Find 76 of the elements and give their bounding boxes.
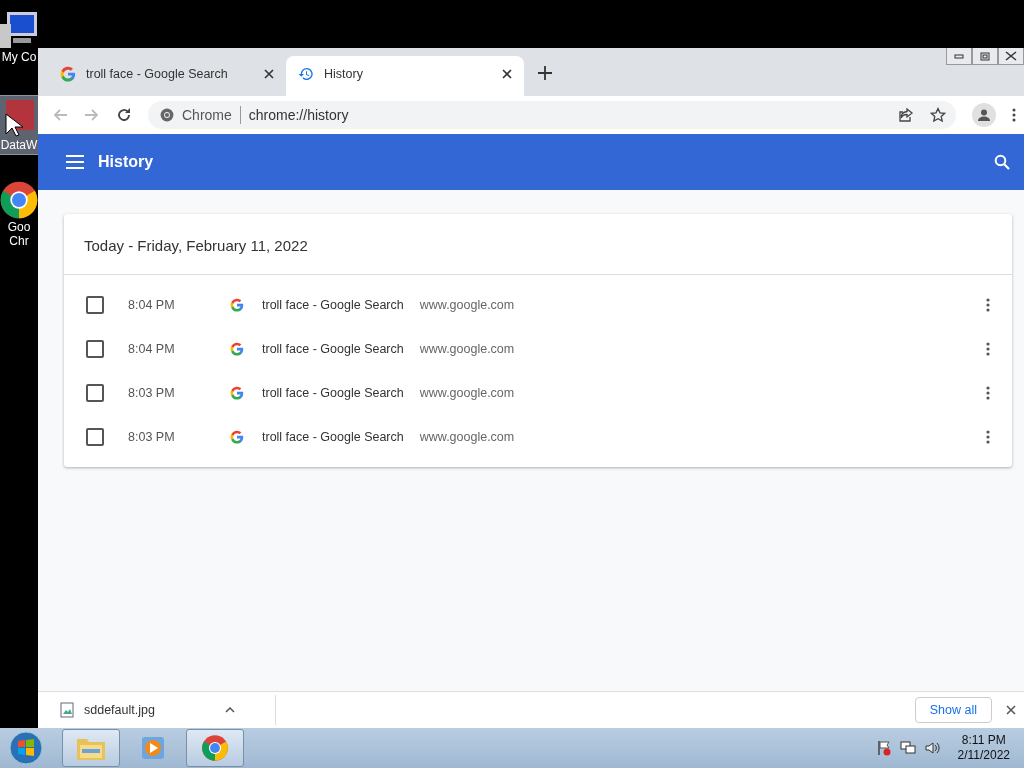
close-icon — [1005, 51, 1017, 61]
url-text: chrome://history — [248, 107, 349, 123]
more-icon[interactable] — [986, 430, 990, 444]
image-file-icon — [60, 702, 74, 718]
tab-title: troll face - Google Search — [86, 67, 229, 81]
desktop-icon[interactable]: My Co — [0, 8, 38, 66]
chrome-icon — [160, 108, 174, 122]
show-all-button[interactable]: Show all — [914, 697, 992, 723]
domain-text: www.google.com — [419, 298, 515, 312]
checkbox[interactable] — [86, 428, 104, 446]
google-icon — [230, 386, 244, 400]
google-icon — [230, 298, 244, 312]
domain-text: www.google.com — [419, 430, 515, 444]
computer-icon — [0, 10, 38, 50]
more-icon[interactable] — [986, 298, 990, 312]
icon-label: DataW — [0, 138, 38, 152]
chrome-icon — [201, 734, 229, 762]
page-link[interactable]: troll face - Google Search — [262, 430, 404, 444]
speaker-icon[interactable] — [923, 740, 940, 756]
new-tab-icon[interactable] — [538, 66, 552, 80]
more-icon[interactable] — [986, 342, 990, 356]
date-heading: Today - Friday, February 11, 2022 — [64, 214, 1012, 275]
domain-text: www.google.com — [419, 386, 515, 400]
network-icon[interactable] — [899, 740, 916, 756]
close-icon[interactable] — [502, 69, 512, 79]
media-player-icon — [140, 735, 166, 761]
minimize-icon — [954, 53, 964, 59]
desktop-icon[interactable]: Goo Chr — [0, 178, 38, 250]
google-icon — [60, 66, 76, 82]
page-link[interactable]: troll face - Google Search — [262, 386, 404, 400]
visit-time: 8:03 PM — [128, 386, 176, 400]
google-icon — [230, 342, 244, 356]
flag-icon[interactable] — [875, 740, 892, 756]
visit-time: 8:03 PM — [128, 430, 176, 444]
search-icon[interactable] — [994, 154, 1010, 170]
tab-title: History — [324, 67, 364, 81]
history-icon — [298, 66, 314, 82]
caret-icon[interactable] — [224, 707, 235, 713]
google-icon — [230, 430, 244, 444]
profile-button[interactable] — [972, 103, 996, 127]
restore-icon — [980, 51, 990, 61]
page-link[interactable]: troll face - Google Search — [262, 298, 404, 312]
desktop-icon[interactable]: DataW — [0, 96, 38, 154]
checkbox[interactable] — [86, 340, 104, 358]
site-label: Chrome — [182, 107, 232, 123]
menu-icon[interactable] — [1012, 108, 1016, 122]
app-icon — [2, 98, 36, 138]
reload-icon[interactable] — [116, 107, 132, 123]
minimize-button[interactable] — [946, 48, 972, 65]
file-name[interactable]: sddefault.jpg — [84, 703, 155, 717]
checkbox[interactable] — [86, 384, 104, 402]
menu-icon[interactable] — [66, 155, 84, 169]
visit-time: 8:04 PM — [128, 298, 176, 312]
share-icon[interactable] — [898, 107, 914, 123]
icon-label: Goo Chr — [7, 220, 31, 248]
taskbar-button[interactable] — [62, 729, 120, 767]
checkbox[interactable] — [86, 296, 104, 314]
clock-time: 8:11 PM — [961, 733, 1006, 748]
clock[interactable]: 8:11 PM 2/11/2022 — [957, 733, 1010, 763]
star-icon[interactable] — [930, 107, 946, 123]
page-link[interactable]: troll face - Google Search — [262, 342, 404, 356]
more-icon[interactable] — [986, 386, 990, 400]
close-button[interactable] — [998, 48, 1024, 65]
start-button[interactable] — [8, 730, 44, 766]
page-title: History — [98, 153, 154, 171]
clock-date: 2/11/2022 — [957, 748, 1010, 763]
taskbar-button[interactable] — [186, 729, 244, 767]
person-icon — [976, 107, 992, 123]
visit-time: 8:04 PM — [128, 342, 176, 356]
browser-tab[interactable]: History — [286, 56, 524, 96]
domain-text: www.google.com — [419, 342, 515, 356]
browser-tab[interactable]: troll face - Google Search — [48, 56, 286, 92]
close-icon[interactable] — [264, 69, 274, 79]
address-bar[interactable]: Chrome chrome://history — [148, 101, 956, 129]
icon-label: My Co — [1, 50, 37, 64]
close-icon[interactable] — [1006, 705, 1016, 715]
